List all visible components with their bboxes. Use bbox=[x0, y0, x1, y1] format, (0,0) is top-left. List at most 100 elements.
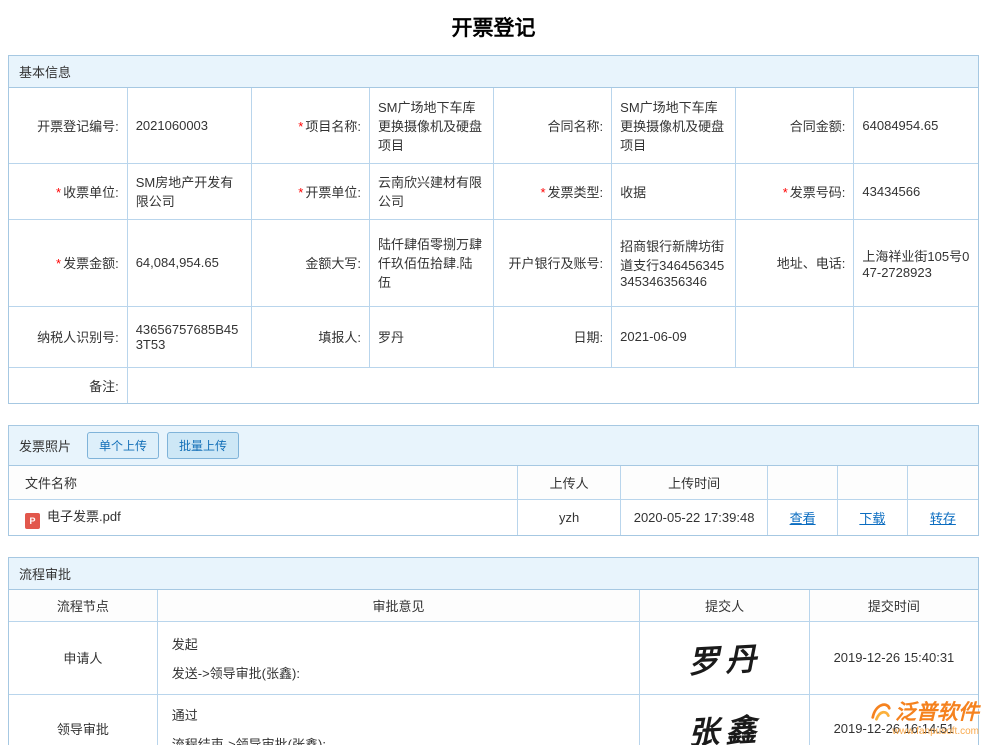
value-contract-amount: 64084954.65 bbox=[854, 88, 978, 163]
label-text: 开票登记编号: bbox=[37, 119, 119, 134]
label-empty bbox=[736, 306, 854, 367]
submit-time: 2019-12-26 16:14:51 bbox=[809, 694, 978, 745]
label-project-name: *项目名称: bbox=[251, 88, 369, 163]
label-text: 金额大写: bbox=[305, 256, 361, 271]
approval-row-leader: 领导审批 通过 流程结束->领导审批(张鑫): 张鑫 2019-12-26 16… bbox=[9, 694, 978, 745]
required-asterisk: * bbox=[783, 185, 788, 200]
required-asterisk: * bbox=[298, 185, 303, 200]
invoice-photos-section-title: 发票照片 bbox=[19, 436, 71, 455]
column-action-transfer bbox=[907, 466, 978, 500]
label-text: 发票号码: bbox=[790, 185, 846, 200]
file-name[interactable]: 电子发票.pdf bbox=[47, 509, 121, 524]
label-filler: 填报人: bbox=[251, 306, 369, 367]
label-invoice-type: *发票类型: bbox=[493, 163, 611, 219]
label-text: 项目名称: bbox=[305, 119, 361, 134]
column-approval-opinion: 审批意见 bbox=[157, 590, 640, 622]
pdf-icon: P bbox=[25, 513, 40, 529]
label-contract-amount: 合同金额: bbox=[736, 88, 854, 163]
column-file-name: 文件名称 bbox=[9, 466, 518, 500]
label-address-phone: 地址、电话: bbox=[736, 219, 854, 306]
label-text: 地址、电话: bbox=[777, 256, 846, 271]
label-text: 填报人: bbox=[318, 330, 361, 345]
value-contract-name: SM广场地下车库更换摄像机及硬盘项目 bbox=[612, 88, 736, 163]
label-invoice-number: *发票号码: bbox=[736, 163, 854, 219]
value-bank-and-account: 招商银行新牌坊街道支行346456345345346356346 bbox=[612, 219, 736, 306]
label-text: 发票类型: bbox=[548, 185, 604, 200]
approval-row-applicant: 申请人 发起 发送->领导审批(张鑫): 罗丹 2019-12-26 15:40… bbox=[9, 621, 978, 694]
value-invoice-amount: 64,084,954.65 bbox=[127, 219, 251, 306]
approval-action: 通过 bbox=[172, 705, 626, 724]
value-address-phone: 上海祥业街105号047-2728923 bbox=[854, 219, 978, 306]
label-text: 备注: bbox=[89, 379, 119, 394]
basic-info-section: 基本信息 开票登记编号: 2021060003 *项目名称: SM广场地下车库更… bbox=[8, 55, 979, 404]
file-uploader: yzh bbox=[518, 500, 621, 535]
batch-upload-button[interactable]: 批量上传 bbox=[167, 432, 239, 459]
submitter-cell: 罗丹 bbox=[640, 621, 810, 694]
value-invoice-number: 43434566 bbox=[854, 163, 978, 219]
download-link[interactable]: 下载 bbox=[859, 511, 885, 526]
value-invoice-type: 收据 bbox=[612, 163, 736, 219]
value-date: 2021-06-09 bbox=[612, 306, 736, 367]
view-link[interactable]: 查看 bbox=[790, 511, 816, 526]
column-submit-time: 提交时间 bbox=[809, 590, 978, 622]
approval-opinion: 通过 流程结束->领导审批(张鑫): bbox=[157, 694, 640, 745]
invoice-photos-header: 发票照片 单个上传 批量上传 bbox=[9, 426, 978, 466]
column-submitter: 提交人 bbox=[640, 590, 810, 622]
required-asterisk: * bbox=[540, 185, 545, 200]
basic-info-table: 开票登记编号: 2021060003 *项目名称: SM广场地下车库更换摄像机及… bbox=[9, 88, 978, 403]
page-title: 开票登记 bbox=[0, 0, 987, 55]
value-amount-in-words: 陆仟肆佰零捌万肆仟玖佰伍拾肆.陆伍 bbox=[369, 219, 493, 306]
single-upload-button[interactable]: 单个上传 bbox=[87, 432, 159, 459]
column-uploader: 上传人 bbox=[518, 466, 621, 500]
value-remarks bbox=[127, 367, 978, 403]
column-upload-time: 上传时间 bbox=[620, 466, 767, 500]
file-name-cell: P 电子发票.pdf bbox=[9, 500, 518, 535]
approval-action: 发起 bbox=[172, 634, 626, 653]
signature-image: 罗丹 bbox=[686, 633, 762, 682]
file-row: P电子发票.pdf yzh 2020-05-22 17:39:48 查看 下载 … bbox=[9, 500, 978, 535]
label-date: 日期: bbox=[493, 306, 611, 367]
value-filler: 罗丹 bbox=[369, 306, 493, 367]
label-contract-name: 合同名称: bbox=[493, 88, 611, 163]
basic-info-row-remarks: 备注: bbox=[9, 367, 978, 403]
value-project-name: SM广场地下车库更换摄像机及硬盘项目 bbox=[369, 88, 493, 163]
label-text: 收票单位: bbox=[63, 185, 119, 200]
column-action-view bbox=[768, 466, 838, 500]
approval-node: 申请人 bbox=[9, 621, 157, 694]
approval-table: 流程节点 审批意见 提交人 提交时间 申请人 发起 发送->领导审批(张鑫): … bbox=[9, 590, 978, 745]
file-upload-time: 2020-05-22 17:39:48 bbox=[620, 500, 767, 535]
value-taxpayer-id: 43656757685B453T53 bbox=[127, 306, 251, 367]
required-asterisk: * bbox=[298, 119, 303, 134]
label-invoicing-unit: *开票单位: bbox=[251, 163, 369, 219]
label-amount-in-words: 金额大写: bbox=[251, 219, 369, 306]
column-action-download bbox=[837, 466, 907, 500]
files-table: 文件名称 上传人 上传时间 P 电子发票.pdf yzh 2020-05-22 1… bbox=[9, 466, 978, 535]
label-taxpayer-id: 纳税人识别号: bbox=[9, 306, 127, 367]
approval-node: 领导审批 bbox=[9, 694, 157, 745]
value-invoicing-unit: 云南欣兴建材有限公司 bbox=[369, 163, 493, 219]
value-invoice-reg-no: 2021060003 bbox=[127, 88, 251, 163]
label-text: 合同金额: bbox=[790, 119, 846, 134]
label-invoice-reg-no: 开票登记编号: bbox=[9, 88, 127, 163]
download-cell: 下载 bbox=[837, 500, 907, 535]
value-empty bbox=[854, 306, 978, 367]
label-text: 开户银行及账号: bbox=[509, 256, 604, 271]
label-text: 发票金额: bbox=[63, 256, 119, 271]
submitter-cell: 张鑫 bbox=[640, 694, 810, 745]
transfer-cell: 转存 bbox=[907, 500, 978, 535]
files-table-header-row: 文件名称 上传人 上传时间 bbox=[9, 466, 978, 500]
transfer-link[interactable]: 转存 bbox=[930, 511, 956, 526]
basic-info-section-title: 基本信息 bbox=[9, 56, 978, 88]
approval-opinion: 发起 发送->领导审批(张鑫): bbox=[157, 621, 640, 694]
column-process-node: 流程节点 bbox=[9, 590, 157, 622]
value-receiving-unit: SM房地产开发有限公司 bbox=[127, 163, 251, 219]
signature-image: 张鑫 bbox=[686, 704, 762, 745]
invoice-photos-section: 发票照片 单个上传 批量上传 文件名称 上传人 上传时间 bbox=[8, 425, 979, 536]
approval-section: 流程审批 流程节点 审批意见 提交人 提交时间 申请人 发起 发送->领导审批 bbox=[8, 557, 979, 745]
view-cell: 查看 bbox=[768, 500, 838, 535]
approval-section-title: 流程审批 bbox=[9, 558, 978, 590]
approval-route: 发送->领导审批(张鑫): bbox=[172, 663, 626, 682]
submit-time: 2019-12-26 15:40:31 bbox=[809, 621, 978, 694]
label-text: 纳税人识别号: bbox=[37, 330, 119, 345]
basic-info-row-4: 纳税人识别号: 43656757685B453T53 填报人: 罗丹 日期: 2… bbox=[9, 306, 978, 367]
